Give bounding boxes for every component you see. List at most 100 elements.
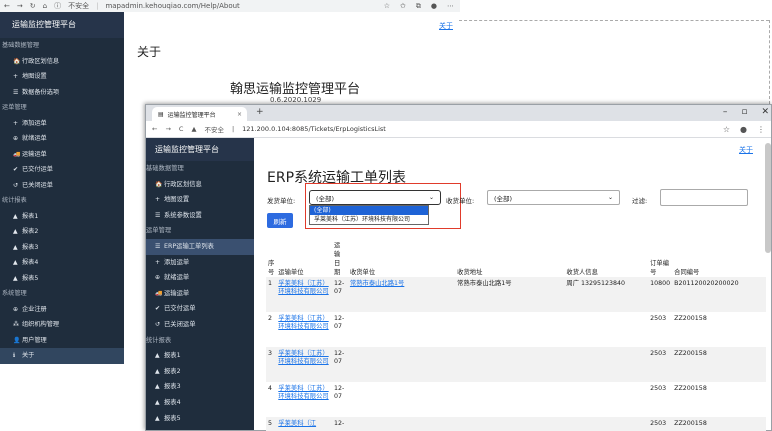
table-body: 1 孚莱美科（江苏）环境科技有限公司 12-07 常熟市泰山北路1号 常熟市泰山北路1号… — [266, 277, 766, 431]
sidebar-item[interactable]: + 添加运单 — [146, 255, 254, 271]
menu-icon: 🚚 — [13, 150, 21, 158]
star-icon[interactable]: ☆ — [384, 2, 390, 11]
sidebar-item[interactable]: ▲ 报表4 — [146, 395, 254, 411]
sidebar-item[interactable]: ⊕ 就绪运单 — [0, 131, 124, 147]
column-header[interactable]: 序号 — [266, 233, 276, 277]
sidebar-item[interactable]: ▲ 报表3 — [0, 240, 124, 256]
sidebar-item[interactable]: + 添加运单 — [0, 116, 124, 132]
about-link[interactable]: 关于 — [439, 21, 453, 31]
carrier-link[interactable]: 孚莱美科（江苏）环境科技有限公司 — [278, 280, 328, 295]
sidebar-item[interactable]: ↺ 已关闭运单 — [0, 178, 124, 194]
sidebar-item-label: 已交付运单 — [164, 305, 196, 313]
forward-arrow-icon[interactable]: → — [17, 2, 23, 10]
table-row[interactable]: 3 孚莱美科（江苏）环境科技有限公司 12-07 2503 ZZ200158 — [266, 347, 766, 382]
reload-icon[interactable]: ↻ — [30, 2, 36, 10]
carrier-link[interactable]: 孚莱美科（江苏）环境科技有限公司 — [278, 350, 328, 365]
sidebar-item[interactable]: ▲ 报表2 — [146, 364, 254, 380]
sidebar-item[interactable]: ✔ 已交付运单 — [0, 162, 124, 178]
close-tab-icon[interactable]: × — [237, 111, 242, 118]
sidebar-menu: 基础数据管理 🏠 行政区划信息 + 地图设置 ☰ 系统参数设置 运单管理 ☰ ERP运输工单列表 +… — [146, 161, 254, 426]
sidebar-item-label: 运单管理 — [2, 104, 27, 111]
table-cell-date: 12-07 — [333, 280, 345, 295]
sidebar-item[interactable]: ℹ 关于 — [0, 348, 124, 364]
address-url[interactable]: mapadmin.kehouqiao.com/Help/About — [105, 2, 239, 10]
back-arrow-icon[interactable]: ← — [152, 125, 157, 133]
carrier-link[interactable]: 孚莱美科（江苏）环境科技有限公司 — [278, 385, 328, 400]
sidebar-item[interactable]: ▲ 报表4 — [0, 255, 124, 271]
sidebar-brand[interactable]: 运输监控管理平台 — [0, 12, 124, 38]
menu-icon: ▲ — [13, 243, 18, 251]
sidebar-item[interactable]: ✔ 已交付运单 — [146, 301, 254, 317]
sidebar-item[interactable]: ▲ 报表5 — [146, 411, 254, 427]
sidebar-item[interactable]: ▲ 报表2 — [0, 224, 124, 240]
table-row[interactable]: 5 孚莱美科（江 12- 2503 ZZ200158 — [266, 417, 766, 431]
dashed-border — [459, 20, 769, 21]
sidebar-item[interactable]: ▲ 报表1 — [146, 348, 254, 364]
sidebar-item-label: 报表3 — [164, 383, 181, 391]
back-arrow-icon[interactable]: ← — [4, 2, 10, 10]
collections-icon[interactable]: ⧉ — [416, 2, 421, 11]
sidebar-item[interactable]: ☰ 系统参数设置 — [146, 208, 254, 224]
more-icon[interactable]: ⋮ — [757, 125, 765, 134]
sidebar-item[interactable]: ▲ 报表3 — [146, 379, 254, 395]
sidebar-item[interactable]: 🏠 行政区划信息 — [0, 54, 124, 70]
favorites-icon[interactable]: ✩ — [400, 2, 406, 11]
sidebar-item[interactable]: ☰ ERP运输工单列表 — [146, 238, 254, 255]
minimize-icon[interactable]: – — [723, 107, 728, 117]
column-header[interactable]: 合同编号 — [672, 233, 766, 277]
sidebar-item[interactable]: + 地图设置 — [146, 192, 254, 208]
table-row[interactable]: 4 孚莱美科（江苏）环境科技有限公司 12-07 2503 ZZ200158 — [266, 382, 766, 417]
about-link[interactable]: 关于 — [739, 145, 753, 155]
profile-icon[interactable]: ● — [740, 125, 747, 134]
sidebar-item[interactable]: + 地图设置 — [0, 69, 124, 85]
menu-icon: 👤 — [13, 336, 21, 344]
sender-label: 发货单位: — [267, 197, 296, 205]
more-icon[interactable]: ⋯ — [447, 2, 454, 11]
browser-tab[interactable]: ▤ 运输监控管理平台 × — [152, 107, 247, 121]
sidebar-item-label: 行政区划信息 — [22, 57, 60, 65]
table-header-row: 序号 运输单位 运输日期 收货单位 收货地址 收货人信息 订单编号 合同编号 — [266, 233, 766, 277]
reload-icon[interactable]: C — [179, 125, 184, 133]
sidebar-item[interactable]: ⊕ 就绪运单 — [146, 270, 254, 286]
receiver-select[interactable]: (全部) ⌄ — [487, 190, 620, 205]
sidebar-item[interactable]: ⊕ 企业注册 — [0, 302, 124, 318]
maximize-icon[interactable]: ▫ — [741, 107, 747, 117]
address-url[interactable]: 121.200.0.104:8085/Tickets/ErpLogisticsL… — [242, 125, 386, 133]
refresh-button[interactable]: 刷新 — [267, 213, 293, 228]
sidebar-item[interactable]: 🏠 行政区划信息 — [146, 177, 254, 193]
sidebar-item[interactable]: ⁂ 组织机构管理 — [0, 317, 124, 333]
star-icon[interactable]: ☆ — [723, 125, 730, 134]
new-tab-button[interactable]: + — [256, 107, 264, 117]
receiver-label: 收货单位: — [446, 197, 475, 205]
column-header[interactable]: 运输日期 — [332, 233, 348, 277]
table-cell-address — [455, 417, 564, 431]
sidebar-item[interactable]: 👤 用户管理 — [0, 333, 124, 349]
sidebar-brand[interactable]: 运输监控管理平台 — [146, 138, 254, 161]
carrier-link[interactable]: 孚莱美科（江 — [278, 420, 316, 427]
sidebar-item[interactable]: ☰ 数据备份选项 — [0, 85, 124, 101]
sidebar-item[interactable]: ▲ 报表1 — [0, 209, 124, 225]
profile-icon[interactable]: ● — [431, 2, 437, 11]
sidebar-item-label: 报表1 — [22, 212, 39, 220]
sidebar-item[interactable]: 🚚 运输运单 — [0, 147, 124, 163]
table-row[interactable]: 2 孚莱美科（江苏）环境科技有限公司 12-07 2503 ZZ200158 — [266, 312, 766, 347]
sidebar-item[interactable]: ↺ 已关闭运单 — [146, 317, 254, 333]
column-header[interactable]: 订单编号 — [648, 233, 672, 277]
sidebar-item-label: 组织机构管理 — [22, 321, 60, 328]
column-header[interactable]: 收货人信息 — [564, 233, 648, 277]
table-row[interactable]: 1 孚莱美科（江苏）环境科技有限公司 12-07 常熟市泰山北路1号 常熟市泰山北路1号… — [266, 277, 766, 312]
page-title: 关于 — [137, 45, 162, 59]
column-header[interactable]: 运输单位 — [276, 233, 332, 277]
receiver-link[interactable]: 常熟市泰山北路1号 — [350, 280, 404, 287]
carrier-link[interactable]: 孚莱美科（江苏）环境科技有限公司 — [278, 315, 328, 330]
home-icon[interactable]: ⌂ — [43, 2, 47, 10]
close-window-icon[interactable]: ✕ — [761, 107, 769, 117]
filter-input[interactable] — [660, 189, 748, 206]
column-header[interactable]: 收货地址 — [455, 233, 564, 277]
menu-icon: + — [13, 119, 19, 127]
column-header[interactable]: 收货单位 — [348, 233, 455, 277]
forward-arrow-icon[interactable]: → — [165, 125, 170, 133]
security-label: 不安全 — [204, 126, 224, 134]
sidebar-item[interactable]: ▲ 报表5 — [0, 271, 124, 287]
sidebar-item[interactable]: 🚚 运输运单 — [146, 286, 254, 302]
